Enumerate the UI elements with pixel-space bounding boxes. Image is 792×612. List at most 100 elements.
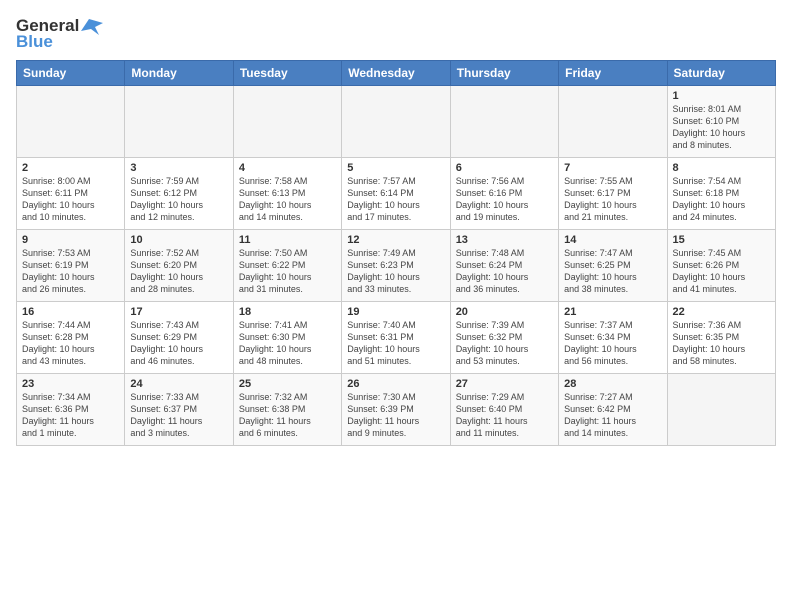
day-info: Sunrise: 7:47 AM Sunset: 6:25 PM Dayligh… <box>564 247 661 296</box>
day-number: 25 <box>239 378 336 390</box>
table-row: 6Sunrise: 7:56 AM Sunset: 6:16 PM Daylig… <box>450 158 558 230</box>
table-row: 26Sunrise: 7:30 AM Sunset: 6:39 PM Dayli… <box>342 374 450 446</box>
table-row: 16Sunrise: 7:44 AM Sunset: 6:28 PM Dayli… <box>17 302 125 374</box>
day-info: Sunrise: 7:34 AM Sunset: 6:36 PM Dayligh… <box>22 391 119 440</box>
day-number: 1 <box>673 90 770 102</box>
day-info: Sunrise: 7:37 AM Sunset: 6:34 PM Dayligh… <box>564 319 661 368</box>
day-info: Sunrise: 7:29 AM Sunset: 6:40 PM Dayligh… <box>456 391 553 440</box>
table-row: 3Sunrise: 7:59 AM Sunset: 6:12 PM Daylig… <box>125 158 233 230</box>
table-row: 1Sunrise: 8:01 AM Sunset: 6:10 PM Daylig… <box>667 86 775 158</box>
day-number: 17 <box>130 306 227 318</box>
table-row: 11Sunrise: 7:50 AM Sunset: 6:22 PM Dayli… <box>233 230 341 302</box>
day-number: 28 <box>564 378 661 390</box>
day-number: 13 <box>456 234 553 246</box>
day-number: 9 <box>22 234 119 246</box>
day-info: Sunrise: 7:41 AM Sunset: 6:30 PM Dayligh… <box>239 319 336 368</box>
day-number: 8 <box>673 162 770 174</box>
table-row <box>233 86 341 158</box>
day-info: Sunrise: 7:30 AM Sunset: 6:39 PM Dayligh… <box>347 391 444 440</box>
day-info: Sunrise: 7:57 AM Sunset: 6:14 PM Dayligh… <box>347 175 444 224</box>
table-row: 24Sunrise: 7:33 AM Sunset: 6:37 PM Dayli… <box>125 374 233 446</box>
day-number: 4 <box>239 162 336 174</box>
day-info: Sunrise: 7:40 AM Sunset: 6:31 PM Dayligh… <box>347 319 444 368</box>
day-info: Sunrise: 7:48 AM Sunset: 6:24 PM Dayligh… <box>456 247 553 296</box>
col-saturday: Saturday <box>667 61 775 86</box>
table-row: 13Sunrise: 7:48 AM Sunset: 6:24 PM Dayli… <box>450 230 558 302</box>
table-row: 2Sunrise: 8:00 AM Sunset: 6:11 PM Daylig… <box>17 158 125 230</box>
day-info: Sunrise: 7:59 AM Sunset: 6:12 PM Dayligh… <box>130 175 227 224</box>
day-number: 14 <box>564 234 661 246</box>
day-info: Sunrise: 7:58 AM Sunset: 6:13 PM Dayligh… <box>239 175 336 224</box>
day-info: Sunrise: 7:52 AM Sunset: 6:20 PM Dayligh… <box>130 247 227 296</box>
day-info: Sunrise: 8:01 AM Sunset: 6:10 PM Dayligh… <box>673 103 770 152</box>
table-row: 17Sunrise: 7:43 AM Sunset: 6:29 PM Dayli… <box>125 302 233 374</box>
table-row: 28Sunrise: 7:27 AM Sunset: 6:42 PM Dayli… <box>559 374 667 446</box>
day-number: 15 <box>673 234 770 246</box>
table-row: 10Sunrise: 7:52 AM Sunset: 6:20 PM Dayli… <box>125 230 233 302</box>
day-number: 18 <box>239 306 336 318</box>
day-number: 22 <box>673 306 770 318</box>
col-tuesday: Tuesday <box>233 61 341 86</box>
day-number: 21 <box>564 306 661 318</box>
table-row: 4Sunrise: 7:58 AM Sunset: 6:13 PM Daylig… <box>233 158 341 230</box>
col-monday: Monday <box>125 61 233 86</box>
day-info: Sunrise: 7:33 AM Sunset: 6:37 PM Dayligh… <box>130 391 227 440</box>
calendar-week-row: 16Sunrise: 7:44 AM Sunset: 6:28 PM Dayli… <box>17 302 776 374</box>
table-row: 8Sunrise: 7:54 AM Sunset: 6:18 PM Daylig… <box>667 158 775 230</box>
calendar-header-row: Sunday Monday Tuesday Wednesday Thursday… <box>17 61 776 86</box>
col-thursday: Thursday <box>450 61 558 86</box>
table-row: 5Sunrise: 7:57 AM Sunset: 6:14 PM Daylig… <box>342 158 450 230</box>
logo: General Blue <box>16 16 103 52</box>
day-number: 3 <box>130 162 227 174</box>
day-info: Sunrise: 7:32 AM Sunset: 6:38 PM Dayligh… <box>239 391 336 440</box>
table-row: 25Sunrise: 7:32 AM Sunset: 6:38 PM Dayli… <box>233 374 341 446</box>
table-row <box>125 86 233 158</box>
calendar-week-row: 2Sunrise: 8:00 AM Sunset: 6:11 PM Daylig… <box>17 158 776 230</box>
table-row <box>559 86 667 158</box>
table-row: 12Sunrise: 7:49 AM Sunset: 6:23 PM Dayli… <box>342 230 450 302</box>
day-info: Sunrise: 7:55 AM Sunset: 6:17 PM Dayligh… <box>564 175 661 224</box>
day-info: Sunrise: 8:00 AM Sunset: 6:11 PM Dayligh… <box>22 175 119 224</box>
day-info: Sunrise: 7:54 AM Sunset: 6:18 PM Dayligh… <box>673 175 770 224</box>
table-row <box>342 86 450 158</box>
logo-blue-text: Blue <box>16 32 53 52</box>
day-number: 2 <box>22 162 119 174</box>
day-number: 20 <box>456 306 553 318</box>
day-info: Sunrise: 7:27 AM Sunset: 6:42 PM Dayligh… <box>564 391 661 440</box>
day-number: 23 <box>22 378 119 390</box>
day-number: 10 <box>130 234 227 246</box>
col-sunday: Sunday <box>17 61 125 86</box>
day-number: 26 <box>347 378 444 390</box>
table-row: 23Sunrise: 7:34 AM Sunset: 6:36 PM Dayli… <box>17 374 125 446</box>
day-info: Sunrise: 7:49 AM Sunset: 6:23 PM Dayligh… <box>347 247 444 296</box>
table-row: 9Sunrise: 7:53 AM Sunset: 6:19 PM Daylig… <box>17 230 125 302</box>
day-number: 24 <box>130 378 227 390</box>
table-row: 21Sunrise: 7:37 AM Sunset: 6:34 PM Dayli… <box>559 302 667 374</box>
day-number: 7 <box>564 162 661 174</box>
table-row <box>450 86 558 158</box>
day-number: 5 <box>347 162 444 174</box>
table-row <box>667 374 775 446</box>
day-number: 27 <box>456 378 553 390</box>
day-info: Sunrise: 7:36 AM Sunset: 6:35 PM Dayligh… <box>673 319 770 368</box>
day-info: Sunrise: 7:44 AM Sunset: 6:28 PM Dayligh… <box>22 319 119 368</box>
logo-bird-icon <box>81 17 103 35</box>
calendar-table: Sunday Monday Tuesday Wednesday Thursday… <box>16 60 776 446</box>
day-number: 16 <box>22 306 119 318</box>
table-row: 19Sunrise: 7:40 AM Sunset: 6:31 PM Dayli… <box>342 302 450 374</box>
day-info: Sunrise: 7:56 AM Sunset: 6:16 PM Dayligh… <box>456 175 553 224</box>
day-info: Sunrise: 7:39 AM Sunset: 6:32 PM Dayligh… <box>456 319 553 368</box>
col-wednesday: Wednesday <box>342 61 450 86</box>
table-row <box>17 86 125 158</box>
calendar-week-row: 9Sunrise: 7:53 AM Sunset: 6:19 PM Daylig… <box>17 230 776 302</box>
day-info: Sunrise: 7:53 AM Sunset: 6:19 PM Dayligh… <box>22 247 119 296</box>
day-number: 11 <box>239 234 336 246</box>
table-row: 27Sunrise: 7:29 AM Sunset: 6:40 PM Dayli… <box>450 374 558 446</box>
day-number: 6 <box>456 162 553 174</box>
table-row: 15Sunrise: 7:45 AM Sunset: 6:26 PM Dayli… <box>667 230 775 302</box>
header: General Blue <box>16 16 776 52</box>
table-row: 14Sunrise: 7:47 AM Sunset: 6:25 PM Dayli… <box>559 230 667 302</box>
table-row: 22Sunrise: 7:36 AM Sunset: 6:35 PM Dayli… <box>667 302 775 374</box>
day-number: 19 <box>347 306 444 318</box>
day-number: 12 <box>347 234 444 246</box>
